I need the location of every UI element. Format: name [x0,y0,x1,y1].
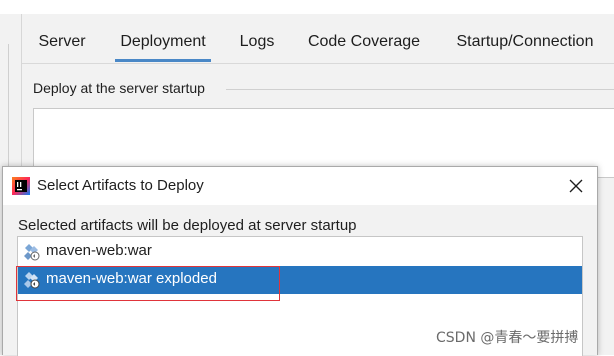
list-item[interactable]: maven-web:war exploded [18,266,582,294]
deploy-group-title: Deploy at the server startup [33,80,205,96]
tab-code-coverage[interactable]: Code Coverage [307,14,421,62]
watermark: CSDN @青春～要拼搏 [436,330,579,346]
intellij-logo-icon [12,177,30,195]
dialog-titlebar: Select Artifacts to Deploy [3,167,597,205]
run-config-tabbar: Server Deployment Logs Code Coverage Sta… [22,14,614,64]
tab-startup-connection[interactable]: Startup/Connection [452,14,598,62]
artifact-label: maven-web:war [46,242,152,259]
list-item[interactable]: maven-web:war [18,238,582,266]
artifact-icon [24,272,40,289]
group-separator [226,89,614,90]
artifact-label: maven-web:war exploded [46,270,217,287]
left-panel-divider [8,44,9,184]
dialog-title: Select Artifacts to Deploy [37,177,204,194]
tab-deployment[interactable]: Deployment [115,14,211,62]
dialog-instruction: Selected artifacts will be deployed at s… [18,217,357,234]
close-icon[interactable] [565,175,587,197]
tab-logs[interactable]: Logs [239,14,275,62]
artifact-icon [24,244,40,261]
tab-server[interactable]: Server [38,14,86,62]
top-margin [0,0,614,14]
